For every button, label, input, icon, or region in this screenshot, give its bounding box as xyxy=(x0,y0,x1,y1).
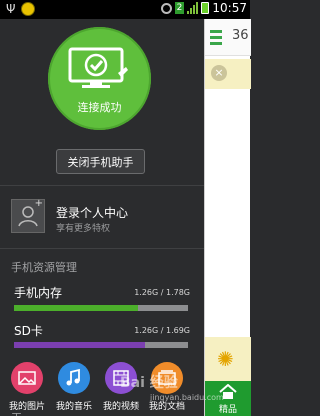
login-title[interactable]: 登录个人中心 xyxy=(56,204,128,221)
memory-progress-bar xyxy=(14,305,188,311)
app-tile-pictures[interactable]: 我的图片 xyxy=(6,362,48,412)
music-note-icon xyxy=(58,362,90,394)
sd-card-progress-fill xyxy=(14,342,145,348)
avatar-placeholder[interactable]: + xyxy=(11,198,45,233)
main-header: 36 xyxy=(205,19,251,56)
section-title-resources: 手机资源管理 xyxy=(11,261,77,274)
login-subtitle: 享有更多特权 xyxy=(56,224,111,234)
sd-card-label[interactable]: SD卡 xyxy=(14,322,43,339)
memory-value: 1.26G / 1.78G xyxy=(134,288,190,297)
tip-box[interactable]: ✺ xyxy=(205,337,251,381)
divider xyxy=(0,185,204,186)
memory-label[interactable]: 手机内存 xyxy=(14,284,62,301)
add-icon: + xyxy=(34,198,43,209)
lightbulb-icon: ✺ xyxy=(217,347,234,371)
status-bar: Ψ 2 10:57 xyxy=(0,0,250,19)
notice-bar: × xyxy=(205,59,251,89)
app-tile-music[interactable]: 我的音乐 xyxy=(53,362,95,412)
connection-status-badge[interactable]: 连接成功 xyxy=(48,27,151,130)
tab-label: 精品 xyxy=(218,405,237,415)
status-time: 10:57 xyxy=(212,1,247,15)
section-title-transfer: 工 xyxy=(11,409,22,416)
memory-progress-fill xyxy=(14,305,138,311)
sd-card-value: 1.26G / 1.69G xyxy=(134,326,190,335)
main-content: 36 × ✺ 精品 xyxy=(204,19,251,416)
close-icon[interactable]: × xyxy=(211,65,227,81)
menu-icon[interactable] xyxy=(210,30,222,48)
divider xyxy=(0,248,204,249)
battery-icon xyxy=(201,2,210,14)
usb-icon: Ψ xyxy=(6,2,16,16)
app-label: 我的视频 xyxy=(102,402,139,412)
header-number: 36 xyxy=(232,28,249,43)
watermark-url: jingyan.baidu.com xyxy=(150,393,224,402)
network-badge: 2 xyxy=(174,2,185,14)
connection-status-label: 连接成功 xyxy=(77,101,122,114)
side-drawer: 连接成功 关闭手机助手 + 登录个人中心 享有更多特权 手机资源管理 手机内存 … xyxy=(0,19,204,416)
app-label: 我的音乐 xyxy=(55,402,92,412)
close-assistant-button[interactable]: 关闭手机助手 xyxy=(56,149,145,174)
app-notification-icon xyxy=(21,2,36,16)
alarm-icon xyxy=(160,2,172,14)
picture-icon xyxy=(11,362,43,394)
monitor-check-icon xyxy=(68,47,128,88)
signal-icon xyxy=(187,2,199,14)
watermark-logo: Bai 经验 xyxy=(120,375,178,391)
sd-card-progress-bar xyxy=(14,342,188,348)
